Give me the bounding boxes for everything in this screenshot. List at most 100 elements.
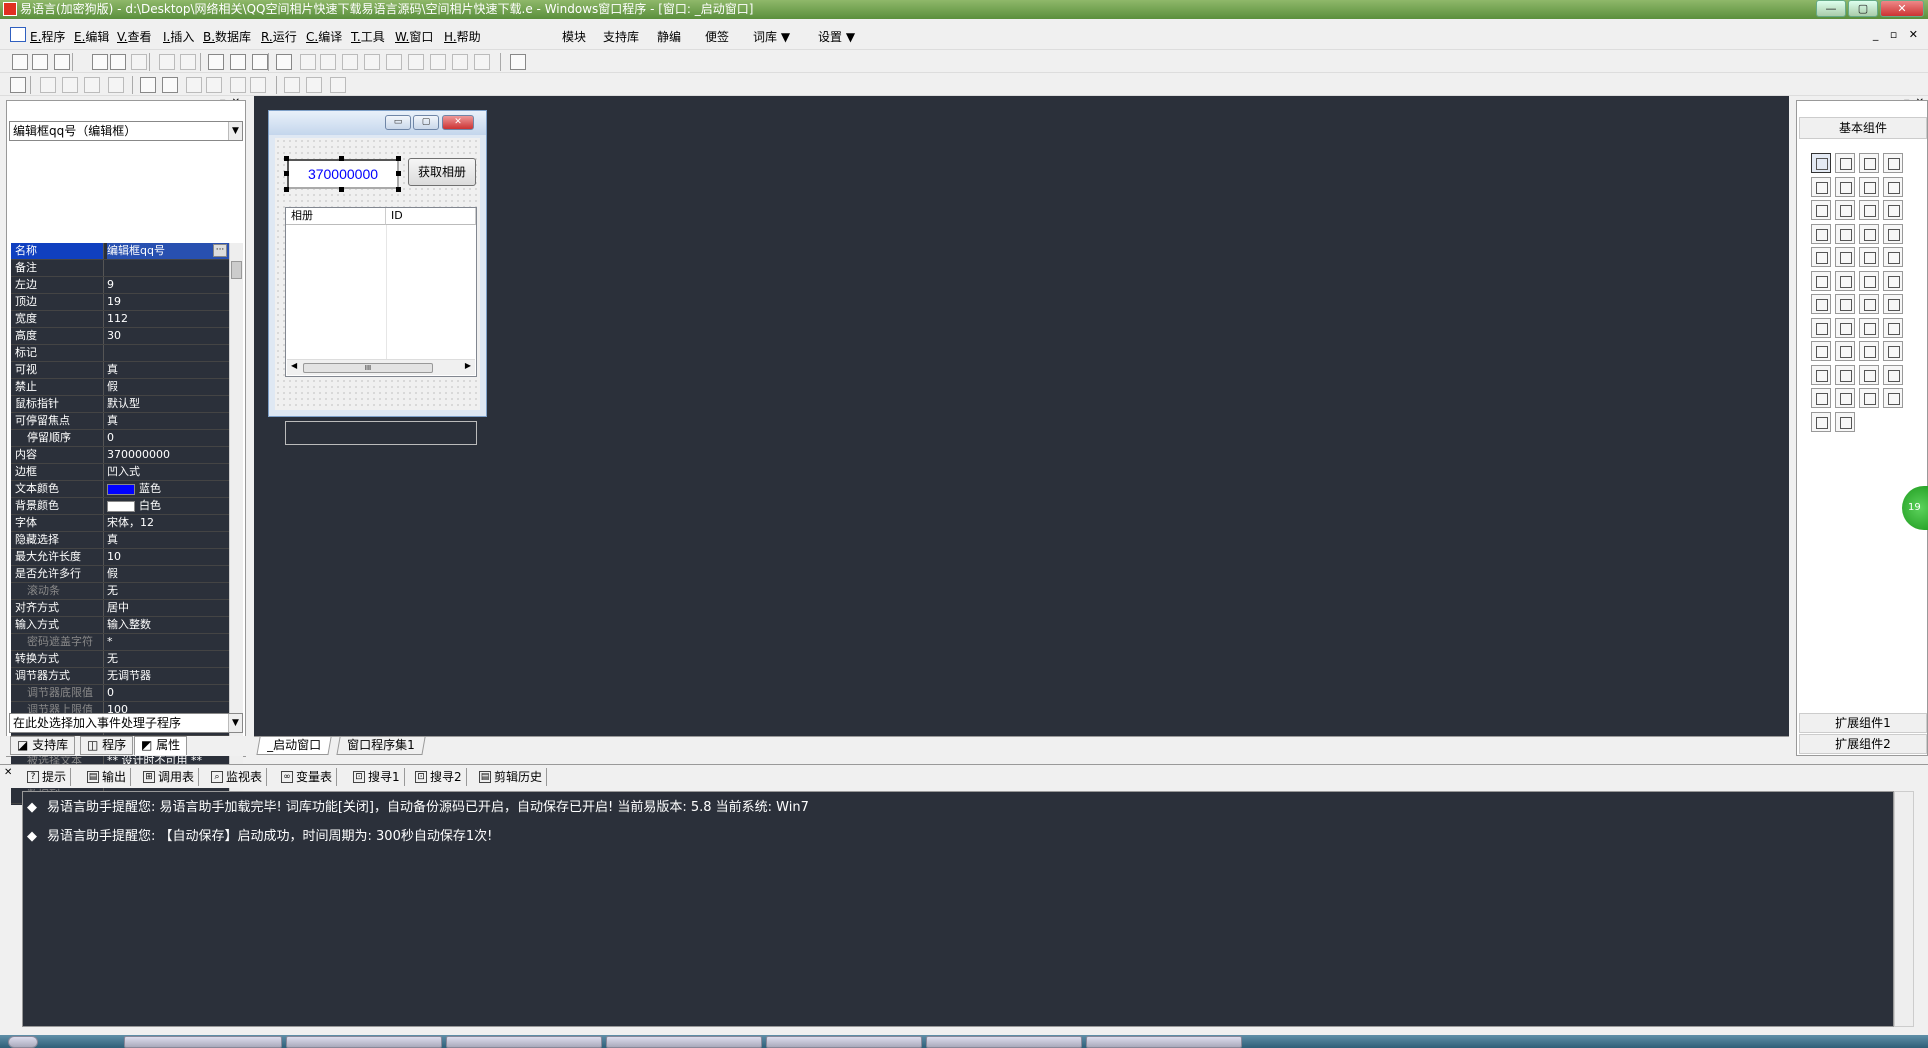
event-selector[interactable]: 在此处选择加入事件处理子程序 ▼ <box>9 713 243 733</box>
layout-icon[interactable] <box>250 77 266 93</box>
component-icon[interactable] <box>1811 294 1831 314</box>
component-icon[interactable] <box>1811 341 1831 361</box>
scroll-left-icon[interactable]: ◀ <box>291 361 297 370</box>
property-row[interactable]: 可视真 <box>11 362 229 379</box>
menu-item-1[interactable]: E.编辑 <box>74 28 109 45</box>
property-row[interactable]: 是否允许多行假 <box>11 566 229 583</box>
layout-icon[interactable] <box>230 77 246 93</box>
menu-item-3[interactable]: I.插入 <box>163 28 194 45</box>
layout-icon[interactable] <box>108 77 124 93</box>
toolbar-icon[interactable] <box>208 54 224 70</box>
layout-icon[interactable] <box>84 77 100 93</box>
component-icon[interactable] <box>1883 388 1903 408</box>
taskbar-item[interactable] <box>286 1036 442 1048</box>
property-row[interactable]: 停留顺序 0 <box>11 430 229 447</box>
menu-extra-0[interactable]: 模块 <box>562 28 586 45</box>
property-value[interactable]: 真 <box>107 532 229 548</box>
layout-icon[interactable] <box>186 77 202 93</box>
menu-item-8[interactable]: W.窗口 <box>395 28 433 45</box>
close-button[interactable]: ✕ <box>1880 0 1924 17</box>
scroll-right-icon[interactable]: ▶ <box>465 361 471 370</box>
chevron-down-icon[interactable]: ▼ <box>228 122 242 140</box>
component-icon[interactable] <box>1883 294 1903 314</box>
component-icon[interactable] <box>1835 223 1855 244</box>
resize-handle[interactable] <box>339 187 344 192</box>
output-scrollbar[interactable] <box>1894 791 1914 1027</box>
toolbar-icon[interactable] <box>12 54 28 70</box>
property-value[interactable]: 370000000 <box>107 447 229 463</box>
album-listview[interactable]: 相册 ID ◀ III ▶ <box>285 207 477 377</box>
component-icon[interactable] <box>1859 364 1879 385</box>
tab-support-library[interactable]: ◪ 支持库 <box>10 736 76 755</box>
menu-item-5[interactable]: R.运行 <box>261 28 297 45</box>
column-header-id[interactable]: ID <box>386 208 476 225</box>
component-icon[interactable] <box>1859 294 1879 314</box>
output-tab-4[interactable]: ∞ 变量表 <box>278 768 338 786</box>
property-row[interactable]: 顶边 19 <box>11 294 229 311</box>
property-row[interactable]: 高度 30 <box>11 328 229 345</box>
toolbar-icon[interactable] <box>252 54 268 70</box>
extended-components-2[interactable]: 扩展组件2 <box>1799 734 1927 754</box>
toolbar-icon[interactable] <box>474 54 490 70</box>
component-icon[interactable] <box>1859 176 1879 197</box>
toolbar-icon[interactable] <box>230 54 246 70</box>
property-row[interactable]: 对齐方式 居中 <box>11 600 229 617</box>
property-value[interactable]: 真 <box>107 362 229 378</box>
property-value[interactable]: 19 <box>107 294 229 310</box>
component-icon[interactable] <box>1883 247 1903 267</box>
component-icon[interactable] <box>1883 200 1903 220</box>
resize-handle[interactable] <box>284 156 289 161</box>
resize-handle[interactable] <box>284 187 289 192</box>
form-client-area[interactable]: 370000000 获取相册 相册 ID ◀ III ▶ <box>275 138 480 445</box>
menu-item-9[interactable]: H.帮助 <box>444 28 481 45</box>
basic-components-header[interactable]: 基本组件 <box>1799 117 1927 139</box>
form-status-box[interactable] <box>285 421 477 445</box>
property-value[interactable]: 无 <box>107 651 229 667</box>
listview-hscrollbar[interactable]: ◀ III ▶ <box>287 359 475 375</box>
property-row[interactable]: 左边 9 <box>11 277 229 294</box>
property-row[interactable]: 鼠标指针 默认型 <box>11 396 229 413</box>
property-row[interactable]: 转换方式无 <box>11 651 229 668</box>
component-icon[interactable] <box>1859 223 1879 244</box>
toolbar-icon[interactable] <box>452 54 468 70</box>
component-icon[interactable] <box>1835 176 1855 197</box>
menu-item-2[interactable]: V.查看 <box>117 28 152 45</box>
menu-extra-3[interactable]: 便签 <box>705 28 729 45</box>
toolbar-icon[interactable] <box>342 54 358 70</box>
property-value[interactable]: 0 <box>107 685 229 701</box>
mdi-controls[interactable]: _ ▫ ✕ <box>1873 28 1922 41</box>
output-tab-0[interactable]: ? 提示 <box>24 768 72 786</box>
resize-handle[interactable] <box>396 156 401 161</box>
component-icon[interactable] <box>1811 270 1831 291</box>
toolbar-icon[interactable] <box>32 54 48 70</box>
scroll-thumb[interactable]: III <box>303 363 433 373</box>
pointer-tool-icon[interactable] <box>1811 153 1831 173</box>
layout-icon[interactable] <box>162 77 178 93</box>
toolbar-icon[interactable] <box>510 54 526 70</box>
output-tab-2[interactable]: ⊞ 调用表 <box>140 768 200 786</box>
component-icon[interactable] <box>1859 270 1879 291</box>
output-close-icon[interactable]: ✕ <box>4 767 12 778</box>
property-row[interactable]: 宽度 112 <box>11 311 229 328</box>
property-value[interactable]: 无 <box>107 583 229 599</box>
property-row[interactable]: 密码遮盖字符 * <box>11 634 229 651</box>
menu-item-6[interactable]: C.编译 <box>306 28 342 45</box>
property-value[interactable]: 0 <box>107 430 229 446</box>
property-row[interactable]: 标记 <box>11 345 229 362</box>
toolbar-icon[interactable] <box>92 54 108 70</box>
property-row[interactable]: 调节器方式 无调节器 <box>11 668 229 685</box>
toolbar-icon[interactable] <box>408 54 424 70</box>
property-value[interactable]: 白色 <box>107 498 229 514</box>
component-icon[interactable] <box>1835 388 1855 408</box>
maximize-button[interactable]: ▢ <box>1848 0 1878 17</box>
toolbar-icon[interactable] <box>300 54 316 70</box>
output-tab-5[interactable]: ⊡ 搜寻1 <box>350 768 405 786</box>
property-value[interactable]: 假 <box>107 566 229 582</box>
component-icon[interactable] <box>1835 247 1855 267</box>
tab-startup-window[interactable]: _启动窗口 <box>256 737 332 755</box>
component-icon[interactable] <box>1859 317 1879 338</box>
property-value[interactable]: 编辑框qq号 ··· <box>107 243 229 259</box>
component-icon[interactable] <box>1811 317 1831 338</box>
scroll-thumb[interactable] <box>231 261 242 279</box>
component-icon[interactable] <box>1835 317 1855 338</box>
